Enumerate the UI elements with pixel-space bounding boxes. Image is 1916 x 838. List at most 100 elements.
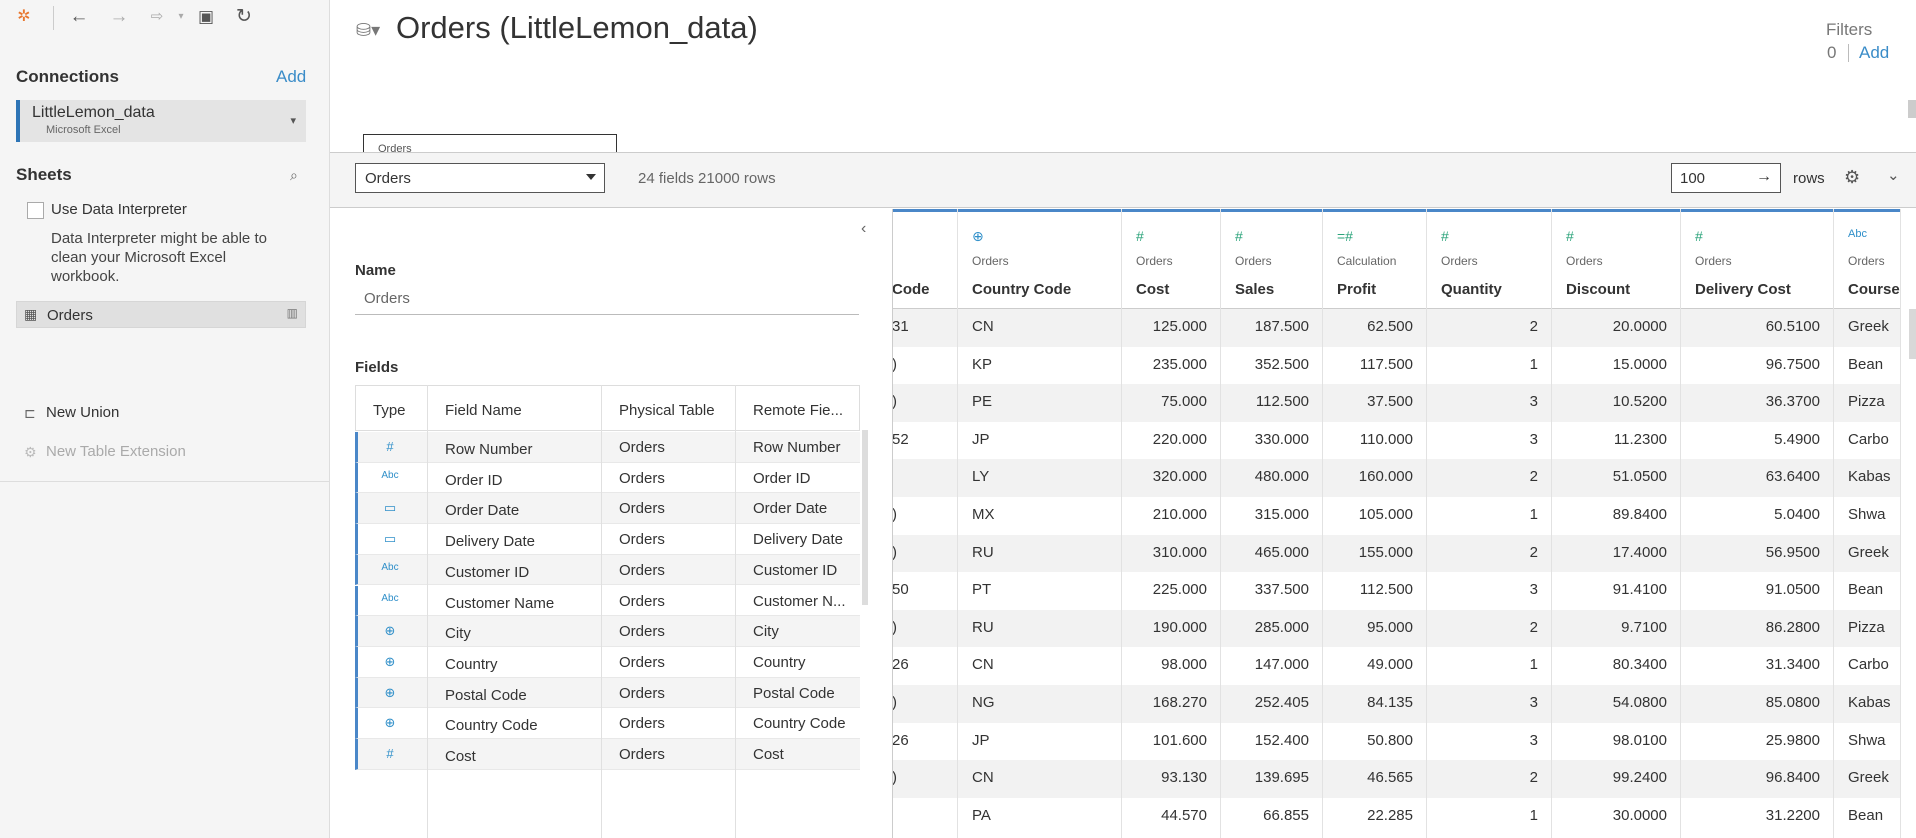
- back-icon[interactable]: ←: [68, 6, 90, 28]
- field-row[interactable]: # Row Number Orders Row Number: [355, 432, 860, 463]
- column-name[interactable]: Country Code: [972, 281, 1071, 298]
- field-name[interactable]: Country Code: [445, 717, 538, 734]
- field-name[interactable]: Order Date: [445, 502, 519, 519]
- column-name[interactable]: Course: [1848, 281, 1900, 298]
- grid-cell[interactable]: NG: [958, 685, 1121, 723]
- grid-cell[interactable]: Greek: [1834, 534, 1900, 573]
- grid-cell[interactable]: 1: [1427, 798, 1551, 836]
- geo-type-icon[interactable]: ⊕: [380, 654, 400, 670]
- grid-cell[interactable]: 26: [893, 647, 957, 685]
- grid-cell[interactable]: 25.9800: [1681, 723, 1833, 761]
- grid-cell[interactable]: Bean: [1834, 572, 1900, 610]
- grid-cell[interactable]: 2: [1427, 459, 1551, 497]
- grid-cell[interactable]: 85.0800: [1681, 685, 1833, 723]
- number-type-icon[interactable]: #: [1136, 228, 1144, 244]
- field-row[interactable]: Abc Customer ID Orders Customer ID: [355, 554, 860, 586]
- grid-cell[interactable]: 3: [1427, 723, 1551, 761]
- field-name[interactable]: City: [445, 625, 471, 642]
- grid-cell[interactable]: 125.000: [1122, 309, 1220, 347]
- grid-cell[interactable]: 50.800: [1323, 723, 1426, 761]
- grid-cell[interactable]: 3: [1427, 384, 1551, 422]
- column-name[interactable]: Cost: [1136, 281, 1169, 298]
- grid-cell[interactable]: 91.4100: [1552, 572, 1680, 610]
- grid-cell[interactable]: 2: [1427, 609, 1551, 648]
- number-type-icon[interactable]: #: [1235, 228, 1243, 244]
- field-row[interactable]: ⊕ Country Orders Country: [355, 646, 860, 678]
- table-select-dropdown[interactable]: Orders: [355, 163, 605, 193]
- column-name[interactable]: Quantity: [1441, 281, 1502, 298]
- grid-cell[interactable]: 84.135: [1323, 685, 1426, 723]
- grid-cell[interactable]: [893, 459, 957, 497]
- grid-cell[interactable]: Greek: [1834, 760, 1900, 798]
- string-type-icon[interactable]: Abc: [380, 593, 400, 604]
- grid-cell[interactable]: 46.565: [1323, 760, 1426, 798]
- sheet-item-orders[interactable]: ▦ Orders ▥: [16, 301, 306, 328]
- number-type-icon[interactable]: #: [1695, 228, 1703, 244]
- datasource-icon[interactable]: ⛁▾: [356, 20, 380, 41]
- grid-cell[interactable]: ): [893, 760, 957, 798]
- fields-scrollbar[interactable]: [862, 430, 868, 605]
- column-header[interactable]: # Orders Cost: [1122, 209, 1220, 309]
- field-name[interactable]: Cost: [445, 748, 476, 765]
- grid-cell[interactable]: 54.0800: [1552, 685, 1680, 723]
- grid-cell[interactable]: PT: [958, 572, 1121, 610]
- date-type-icon[interactable]: ▭: [380, 531, 400, 547]
- grid-cell[interactable]: 187.500: [1221, 309, 1322, 347]
- col-header-type[interactable]: Type: [373, 402, 406, 419]
- grid-cell[interactable]: LY: [958, 459, 1121, 497]
- grid-cell[interactable]: CN: [958, 309, 1121, 347]
- toolbar-expand-chevron-icon[interactable]: ⌄: [1887, 166, 1900, 184]
- grid-cell[interactable]: ): [893, 609, 957, 648]
- table-name-field[interactable]: Orders: [364, 290, 410, 307]
- grid-cell[interactable]: 5.0400: [1681, 497, 1833, 535]
- grid-cell[interactable]: KP: [958, 347, 1121, 385]
- collapse-panel-icon[interactable]: ‹: [861, 220, 866, 238]
- grid-cell[interactable]: 98.0100: [1552, 723, 1680, 761]
- grid-cell[interactable]: 2: [1427, 760, 1551, 798]
- field-name[interactable]: Customer ID: [445, 564, 529, 581]
- grid-cell[interactable]: 51.0500: [1552, 459, 1680, 497]
- settings-gear-icon[interactable]: ⚙: [1844, 167, 1860, 188]
- column-name[interactable]: Delivery Cost: [1695, 281, 1791, 298]
- canvas-scrollbar[interactable]: [1908, 100, 1916, 118]
- grid-cell[interactable]: 3: [1427, 572, 1551, 610]
- grid-cell[interactable]: 117.500: [1323, 347, 1426, 385]
- column-name[interactable]: Discount: [1566, 281, 1630, 298]
- refresh-icon[interactable]: ↻: [233, 6, 255, 28]
- grid-cell[interactable]: 93.130: [1122, 760, 1220, 798]
- grid-cell[interactable]: 50: [893, 572, 957, 610]
- grid-cell[interactable]: 26: [893, 723, 957, 761]
- grid-cell[interactable]: 17.4000: [1552, 534, 1680, 573]
- grid-cell[interactable]: Shwa: [1834, 723, 1900, 761]
- grid-cell[interactable]: 112.500: [1323, 572, 1426, 610]
- field-row[interactable]: ⊕ Country Code Orders Country Code: [355, 708, 860, 739]
- field-name[interactable]: Postal Code: [445, 687, 527, 704]
- grid-cell[interactable]: 252.405: [1221, 685, 1322, 723]
- grid-cell[interactable]: 147.000: [1221, 647, 1322, 685]
- grid-cell[interactable]: 1: [1427, 347, 1551, 385]
- grid-cell[interactable]: Carbo: [1834, 647, 1900, 685]
- grid-cell[interactable]: 1: [1427, 647, 1551, 685]
- grid-cell[interactable]: Kabas: [1834, 685, 1900, 723]
- column-header[interactable]: Abc Orders Course: [1834, 209, 1900, 309]
- grid-cell[interactable]: 96.7500: [1681, 347, 1833, 385]
- grid-cell[interactable]: 2: [1427, 534, 1551, 573]
- number-type-icon[interactable]: #: [1441, 228, 1449, 244]
- grid-cell[interactable]: 320.000: [1122, 459, 1220, 497]
- grid-cell[interactable]: 31.2200: [1681, 798, 1833, 836]
- col-header-field-name[interactable]: Field Name: [445, 402, 522, 419]
- grid-cell[interactable]: ): [893, 685, 957, 723]
- grid-cell[interactable]: 11.2300: [1552, 422, 1680, 460]
- grid-cell[interactable]: 20.0000: [1552, 309, 1680, 347]
- save-icon[interactable]: ▣: [195, 6, 217, 28]
- grid-cell[interactable]: CN: [958, 760, 1121, 798]
- column-header[interactable]: # Orders Sales: [1221, 209, 1322, 309]
- grid-cell[interactable]: 5.4900: [1681, 422, 1833, 460]
- grid-cell[interactable]: 66.855: [1221, 798, 1322, 836]
- field-name[interactable]: Order ID: [445, 472, 503, 489]
- grid-cell[interactable]: 465.000: [1221, 534, 1322, 573]
- grid-cell[interactable]: PE: [958, 384, 1121, 422]
- geo-type-icon[interactable]: ⊕: [380, 685, 400, 701]
- grid-cell[interactable]: 168.270: [1122, 685, 1220, 723]
- pause-updates-icon[interactable]: ⇨: [146, 6, 168, 28]
